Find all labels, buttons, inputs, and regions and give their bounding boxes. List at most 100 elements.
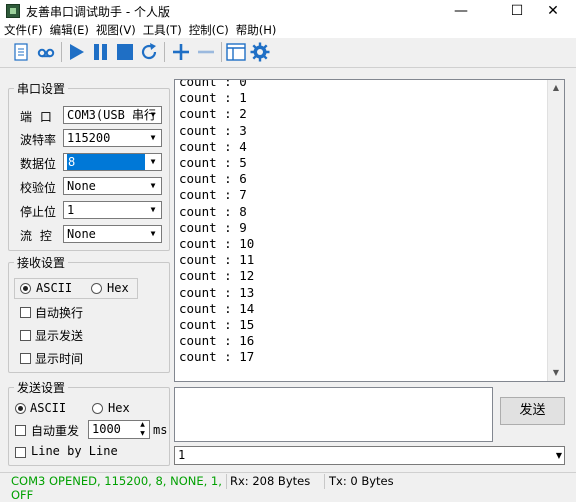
chevron-down-icon: ▼ [150,133,156,142]
parity-label: 校验位 [20,181,57,195]
status-bar: COM3 OPENED, 115200, 8, NONE, 1, OFF Rx:… [0,472,576,502]
stopbits-select[interactable]: 1 ▼ [63,201,162,219]
flow-value: None [67,227,96,241]
auto-wrap-label: 自动换行 [35,306,84,320]
show-time-label: 显示时间 [35,352,84,366]
receive-line: count : 14 [179,300,255,316]
document-icon[interactable] [10,41,32,63]
send-ascii-label: ASCII [30,401,67,415]
databits-label: 数据位 [20,157,57,171]
interval-unit: ms [153,423,168,437]
flow-select[interactable]: None ▼ [63,225,162,243]
send-hex-label: Hex [108,401,130,415]
window-title: 友善串口调试助手 - 个人版 [26,5,170,19]
port-value: COM3(USB 串行 [67,108,157,122]
auto-resend-checkbox[interactable] [15,425,26,436]
tx-counter: Tx: 0 Bytes [329,474,394,488]
receive-line: count : 3 [179,122,247,138]
serial-settings-title: 串口设置 [14,80,69,97]
spin-up-icon[interactable]: ▲ [137,421,148,429]
toolbar [0,38,576,68]
interval-value: 1000 [92,422,121,436]
line-by-line-checkbox[interactable] [15,447,26,458]
menu-view[interactable]: 视图(V) [92,22,139,38]
interval-spinbox[interactable]: 1000 ▲ ▼ [88,420,150,439]
parity-value: None [67,179,96,193]
auto-wrap-checkbox[interactable] [20,307,31,318]
line-by-line-label: Line by Line [31,444,118,458]
scroll-down-icon[interactable]: ▼ [548,365,564,381]
show-send-checkbox[interactable] [20,330,31,341]
receive-textarea[interactable]: count : 0 count : 1 count : 2 count : 3 coun… [174,79,565,382]
databits-select[interactable]: 8 ▼ [63,153,162,171]
minus-icon[interactable] [195,41,217,63]
baud-select[interactable]: 115200 ▼ [63,129,162,147]
gear-icon[interactable] [249,41,271,63]
refresh-icon[interactable] [138,41,160,63]
send-textarea[interactable] [174,387,493,442]
receive-scrollbar[interactable]: ▲ ▼ [547,80,564,381]
send-settings-title: 发送设置 [14,379,69,396]
baud-label: 波特率 [20,133,57,147]
toolbar-separator [221,42,222,62]
record-icon[interactable] [35,41,57,63]
menu-edit[interactable]: 编辑(E) [46,22,92,38]
send-hex-radio[interactable] [92,403,103,414]
menu-control[interactable]: 控制(C) [185,22,232,38]
baud-value: 115200 [67,131,111,145]
menu-file[interactable]: 文件(F) [0,22,46,38]
receive-line: count : 15 [179,317,255,333]
menu-help[interactable]: 帮助(H) [232,22,280,38]
receive-hex-radio[interactable] [91,283,102,294]
stopbits-value: 1 [67,203,75,217]
send-ascii-radio[interactable] [15,403,26,414]
receive-line: count : 16 [179,333,255,349]
receive-log: count : 0 count : 1 count : 2 count : 3 coun… [179,80,255,366]
scroll-up-icon[interactable]: ▲ [548,80,564,96]
port-label: 端 口 [20,110,54,124]
title-bar: 友善串口调试助手 - 个人版 — ☐ ✕ [0,0,576,22]
receive-line: count : 1 [179,90,247,106]
receive-ascii-radio[interactable] [20,283,31,294]
command-value: 1 [178,448,186,462]
toolbar-separator [61,42,62,62]
chevron-down-icon: ▼ [150,110,156,119]
receive-line: count : 8 [179,203,247,219]
receive-line: count : 10 [179,236,255,252]
receive-line: count : 4 [179,138,247,154]
connection-status: COM3 OPENED, 115200, 8, NONE, 1, OFF [8,474,227,502]
auto-resend-label: 自动重发 [31,424,80,438]
receive-line: count : 5 [179,155,247,171]
receive-line: count : 11 [179,252,255,268]
stopbits-label: 停止位 [20,205,57,219]
plus-icon[interactable] [170,41,192,63]
menu-tools[interactable]: 工具(T) [139,22,185,38]
show-send-label: 显示发送 [35,329,84,343]
chevron-down-icon[interactable]: ▼ [556,448,562,464]
play-icon[interactable] [66,41,88,63]
flow-label: 流 控 [20,229,54,243]
parity-select[interactable]: None ▼ [63,177,162,195]
receive-line: count : 17 [179,349,255,365]
close-button[interactable]: ✕ [530,0,576,22]
chevron-down-icon: ▼ [150,181,156,190]
port-select[interactable]: COM3(USB 串行 ▼ [63,106,162,124]
window-icon[interactable] [225,41,247,63]
stop-icon[interactable] [114,41,136,63]
spin-down-icon[interactable]: ▼ [137,430,148,438]
receive-line: count : 2 [179,106,247,122]
receive-line: count : 12 [179,268,255,284]
pause-icon[interactable] [90,41,112,63]
minimize-button[interactable]: — [438,0,484,22]
receive-ascii-label: ASCII [36,281,73,295]
toolbar-separator [164,42,165,62]
chevron-down-icon: ▼ [150,157,156,166]
command-combobox[interactable]: 1 ▼ [174,446,565,465]
chevron-down-icon: ▼ [150,229,156,238]
receive-line: count : 13 [179,284,255,300]
receive-line: count : 6 [179,171,247,187]
menu-bar: 文件(F) 编辑(E) 视图(V) 工具(T) 控制(C) 帮助(H) [0,22,576,38]
send-button[interactable]: 发送 [500,397,565,425]
receive-hex-label: Hex [107,281,129,295]
show-time-checkbox[interactable] [20,353,31,364]
